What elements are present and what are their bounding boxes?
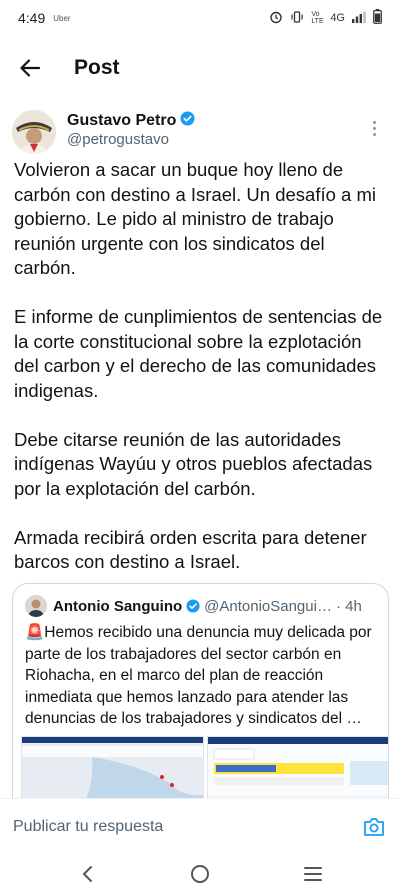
nav-recents-button[interactable] bbox=[293, 856, 333, 892]
more-options-icon[interactable] bbox=[364, 116, 384, 140]
home-circle-icon bbox=[190, 865, 209, 883]
avatar[interactable] bbox=[12, 110, 56, 154]
post-paragraph: Armada recibirá orden escrita para deten… bbox=[14, 526, 367, 573]
top-bar: Post bbox=[0, 40, 400, 96]
quote-image-article[interactable] bbox=[206, 736, 388, 798]
back-button[interactable] bbox=[10, 48, 50, 88]
reply-bar: Publicar tu respuesta bbox=[0, 798, 400, 854]
back-arrow-icon bbox=[20, 59, 41, 77]
network-label: 4G bbox=[330, 12, 345, 24]
quote-text: 🚨Hemos recibido una denuncia muy delicad… bbox=[25, 624, 372, 727]
signal-icon bbox=[352, 11, 366, 26]
quote-author-name: Antonio Sanguino bbox=[53, 597, 183, 615]
author-name-row[interactable]: Gustavo Petro bbox=[67, 111, 195, 131]
system-nav-bar bbox=[0, 854, 400, 894]
alarm-icon bbox=[269, 10, 283, 27]
chevron-left-icon bbox=[82, 866, 92, 882]
post-paragraph: Debe citarse reunión de las autoridades … bbox=[14, 428, 373, 499]
post-text: Volvieron a sacar un buque hoy lleno de … bbox=[14, 158, 386, 599]
quote-avatar bbox=[25, 595, 47, 617]
quote-verified-icon bbox=[186, 599, 200, 613]
quote-header: Antonio Sanguino @AntonioSangui… · 4h bbox=[25, 594, 385, 618]
quote-media[interactable] bbox=[21, 736, 388, 798]
post-author: Gustavo Petro @petrogustavo bbox=[12, 106, 392, 156]
verified-badge-icon bbox=[180, 111, 195, 131]
reply-input[interactable]: Publicar tu respuesta bbox=[13, 818, 163, 836]
status-time: 4:49 bbox=[18, 10, 46, 26]
author-name: Gustavo Petro bbox=[67, 112, 177, 129]
vibrate-icon bbox=[290, 10, 304, 27]
status-app-label: Uber bbox=[53, 13, 71, 23]
page-title: Post bbox=[74, 56, 120, 79]
quoted-post[interactable]: Antonio Sanguino @AntonioSangui… · 4h 🚨H… bbox=[12, 583, 389, 798]
volte-label: Vo LTE bbox=[311, 11, 324, 25]
camera-icon bbox=[364, 817, 384, 836]
post-paragraph: Volvieron a sacar un buque hoy lleno de … bbox=[14, 159, 376, 278]
status-bar: 4:49 Uber Vo LTE 4G bbox=[0, 0, 400, 36]
author-handle[interactable]: @petrogustavo bbox=[67, 131, 169, 148]
quote-image-map[interactable] bbox=[21, 736, 204, 798]
post-paragraph: E informe de cunplimientos de sentencias… bbox=[14, 306, 383, 401]
battery-icon bbox=[373, 9, 382, 27]
camera-button[interactable] bbox=[361, 814, 387, 840]
nav-home-button[interactable] bbox=[180, 856, 220, 892]
menu-lines-icon bbox=[304, 867, 323, 881]
nav-back-button[interactable] bbox=[67, 856, 107, 892]
quote-time: · 4h bbox=[335, 597, 362, 615]
quote-author-handle: @AntonioSangui… bbox=[204, 597, 332, 615]
